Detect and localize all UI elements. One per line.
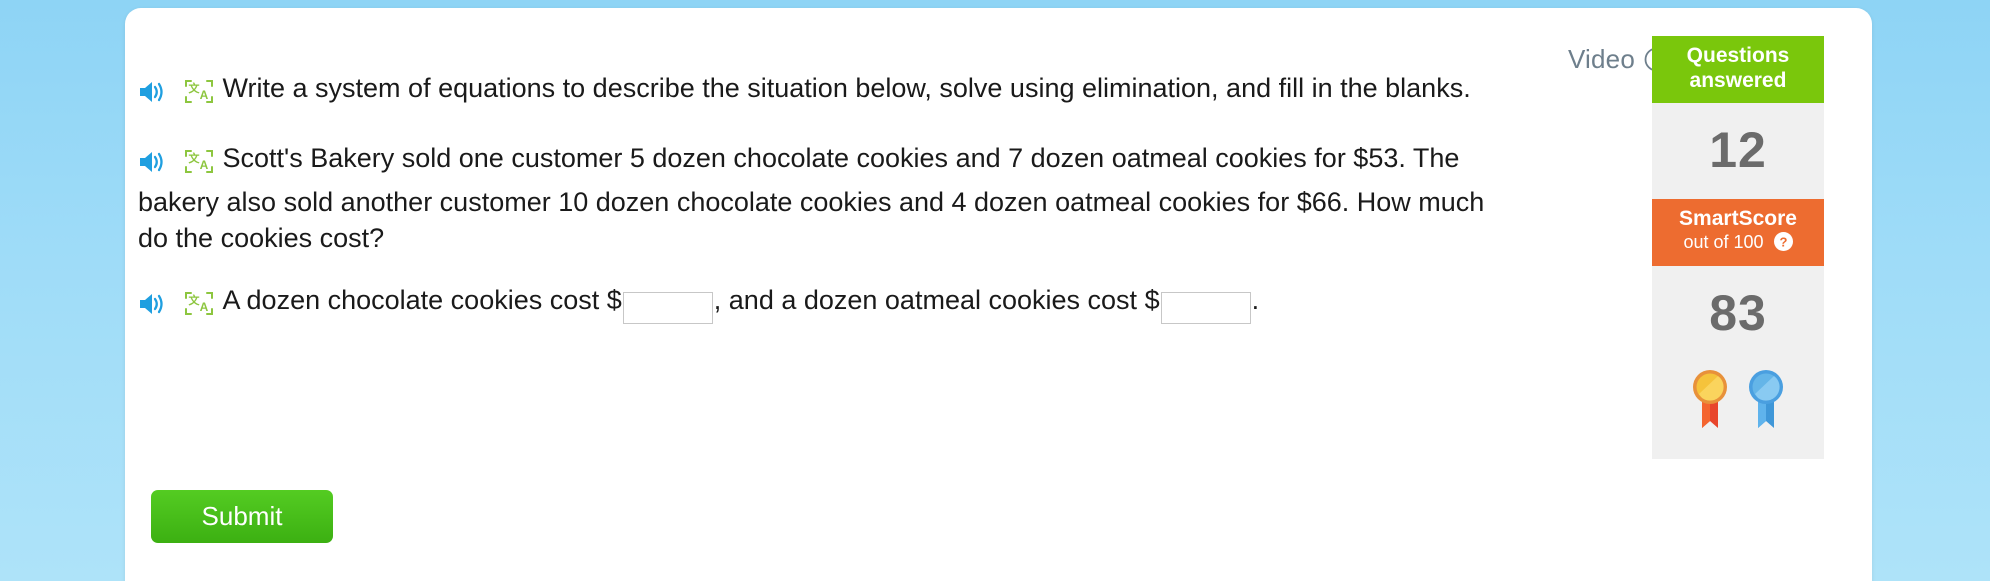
instruction-block: 文 A Write a system of equations to descr… xyxy=(138,70,1518,114)
questions-answered-value: 12 xyxy=(1709,121,1767,178)
question-body: 文 A Write a system of equations to descr… xyxy=(138,70,1518,543)
speaker-icon[interactable] xyxy=(138,148,166,184)
svg-text:?: ? xyxy=(1779,235,1787,250)
translate-icon[interactable]: 文 A xyxy=(184,78,214,114)
questions-answered-header: Questions answered xyxy=(1652,36,1824,103)
speaker-icon[interactable] xyxy=(138,78,166,114)
problem-icons: 文 A xyxy=(138,146,214,184)
translate-icon[interactable]: 文 A xyxy=(184,148,214,184)
score-panel: Questions answered 12 SmartScore out of … xyxy=(1652,36,1824,459)
answer-block: 文 A A dozen chocolate cookies cost $ , an… xyxy=(138,282,1518,326)
question-mark-icon[interactable]: ? xyxy=(1773,232,1793,256)
awards-row xyxy=(1652,362,1824,459)
smartscore-header: SmartScore out of 100 ? xyxy=(1652,198,1824,266)
problem-text: Scott's Bakery sold one customer 5 dozen… xyxy=(138,142,1485,254)
problem-block: 文 A Scott's Bakery sold one customer 5 d… xyxy=(138,140,1518,256)
instruction-icons: 文 A xyxy=(138,76,214,114)
questions-answered-title-line1: Questions xyxy=(1686,44,1790,67)
svg-text:A: A xyxy=(199,158,208,172)
answer-dollar-sign: $ xyxy=(1144,285,1160,316)
question-card: Video Questions answered 12 SmartScore o… xyxy=(125,8,1872,581)
chocolate-cost-input[interactable] xyxy=(622,291,713,324)
answer-suffix-text: . xyxy=(1251,285,1260,316)
answer-icons: 文 A xyxy=(138,288,214,326)
translate-icon[interactable]: 文 A xyxy=(184,290,214,326)
submit-button[interactable]: Submit xyxy=(151,490,333,543)
speaker-icon[interactable] xyxy=(138,290,166,326)
oatmeal-cost-input[interactable] xyxy=(1160,291,1251,324)
gold-ribbon-award xyxy=(1689,366,1731,437)
questions-answered-title-line2: answered xyxy=(1689,68,1787,92)
video-label: Video xyxy=(1567,44,1635,74)
smartscore-title: SmartScore xyxy=(1679,206,1797,230)
answer-prefix-text: A dozen chocolate cookies cost $ xyxy=(222,285,622,316)
smartscore-value: 83 xyxy=(1709,284,1767,341)
instruction-text: Write a system of equations to describe … xyxy=(222,73,1471,103)
answer-middle-text: , and a dozen oatmeal cookies cost xyxy=(713,285,1138,316)
blue-ribbon-award xyxy=(1745,366,1787,437)
svg-text:A: A xyxy=(199,300,208,314)
smartscore-subtitle: out of 100 xyxy=(1683,232,1764,253)
svg-text:A: A xyxy=(199,88,208,102)
